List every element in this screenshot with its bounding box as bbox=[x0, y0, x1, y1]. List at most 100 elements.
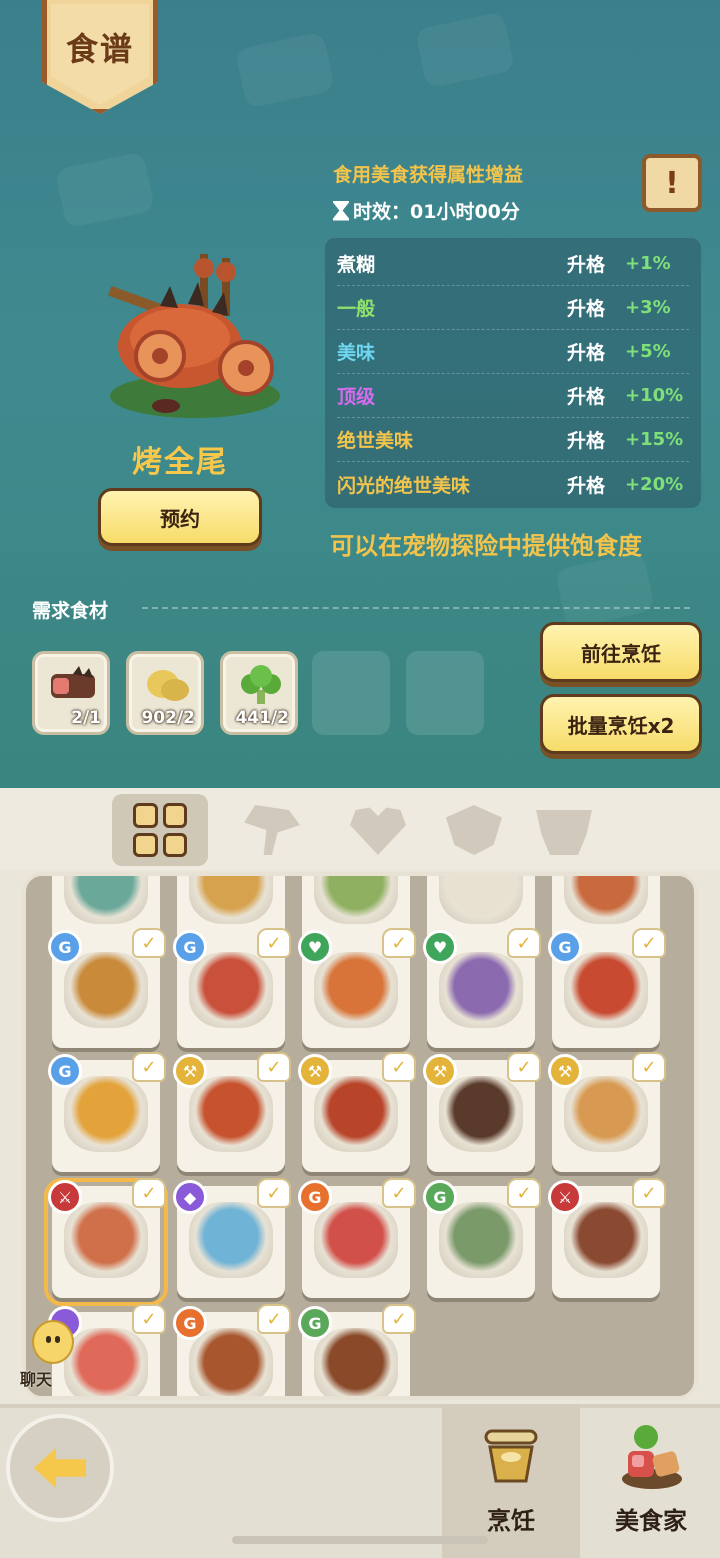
dish-image bbox=[64, 876, 148, 924]
chef-hat-check-icon: ✓ bbox=[257, 1178, 291, 1208]
quality-row: 闪光的绝世美味 升格 +20% bbox=[337, 462, 689, 506]
quality-upgrade-label: 升格 bbox=[567, 430, 606, 452]
dish-image bbox=[189, 1328, 273, 1396]
chef-hat-check-icon: ✓ bbox=[507, 1178, 541, 1208]
recipe-card[interactable]: G ✓ bbox=[298, 1304, 416, 1396]
chat-label: 聊天 bbox=[20, 1370, 53, 1389]
recipe-card[interactable]: ⚒ ✓ bbox=[298, 1052, 416, 1172]
chef-hat-check-icon: ✓ bbox=[632, 1178, 666, 1208]
tab-special[interactable] bbox=[516, 794, 612, 866]
hourglass-icon bbox=[333, 201, 349, 221]
recipe-card[interactable]: G ✓ bbox=[423, 1178, 541, 1298]
ingredient-slot-broccoli[interactable]: 441/2 bbox=[220, 651, 298, 735]
duration-text: 时效：01小时00分 bbox=[353, 201, 520, 223]
category-badge-icon: ⚒ bbox=[173, 1054, 207, 1088]
recipe-card[interactable]: ♥ ✓ bbox=[423, 928, 541, 1048]
recipe-card[interactable]: G ✓ bbox=[173, 1304, 291, 1396]
recipe-card[interactable]: ⚔ ✓ bbox=[44, 1178, 168, 1306]
category-badge-icon: G bbox=[298, 1306, 332, 1340]
dish-image bbox=[64, 1202, 148, 1278]
quality-row: 一般 升格 +3% bbox=[337, 286, 689, 330]
info-scroll-button[interactable]: ! bbox=[642, 154, 702, 212]
meat-icon bbox=[51, 666, 95, 698]
quality-row: 顶级 升格 +10% bbox=[337, 374, 689, 418]
category-badge-icon: G bbox=[298, 1180, 332, 1214]
tab-all[interactable] bbox=[112, 794, 208, 866]
bonus-title: 食用美食获得属性增益 bbox=[333, 164, 524, 186]
category-tabbar bbox=[0, 788, 720, 870]
recipe-title-banner: 食谱 bbox=[42, 0, 158, 114]
dish-image bbox=[439, 876, 523, 924]
dish-image bbox=[314, 876, 398, 924]
tab-defense[interactable] bbox=[426, 794, 522, 866]
chef-hat-check-icon: ✓ bbox=[632, 928, 666, 958]
quality-row: 煮糊 升格 +1% bbox=[337, 242, 689, 286]
quality-name: 顶级 bbox=[337, 386, 376, 408]
recipe-card[interactable]: ⚒ ✓ bbox=[423, 1052, 541, 1172]
recipe-card[interactable]: G ✓ bbox=[298, 1178, 416, 1298]
ingredient-slot-potato[interactable]: 902/2 bbox=[126, 651, 204, 735]
dish-image bbox=[189, 952, 273, 1028]
dish-image bbox=[564, 952, 648, 1028]
dish-image bbox=[564, 1076, 648, 1152]
quality-bonus: +5% bbox=[625, 341, 671, 362]
category-badge-icon: G bbox=[48, 1054, 82, 1088]
ingredient-slot-empty bbox=[312, 651, 390, 735]
batch-cook-button[interactable]: 批量烹饪x2 bbox=[540, 694, 702, 754]
back-arrow-icon bbox=[34, 1448, 86, 1488]
ingredient-slot-meat[interactable]: 2/1 bbox=[32, 651, 110, 735]
quality-bonus: +15% bbox=[625, 429, 684, 450]
shield-icon bbox=[446, 805, 502, 855]
category-badge-icon: ⚔ bbox=[548, 1180, 582, 1214]
chat-button[interactable]: 聊天 bbox=[8, 1320, 78, 1390]
quality-name: 美味 bbox=[337, 342, 376, 364]
dish-image bbox=[64, 952, 148, 1028]
dish-image bbox=[439, 1202, 523, 1278]
dish-image bbox=[314, 952, 398, 1028]
recipe-card[interactable]: G ✓ bbox=[548, 928, 666, 1048]
background-decoration bbox=[414, 11, 516, 89]
quality-name: 煮糊 bbox=[337, 254, 376, 276]
recipe-card[interactable]: G ✓ bbox=[48, 1052, 166, 1172]
back-button[interactable] bbox=[6, 1414, 114, 1522]
category-badge-icon: ♥ bbox=[423, 930, 457, 964]
quality-upgrade-label: 升格 bbox=[567, 342, 606, 364]
duration-label: 时效：01小时00分 bbox=[333, 197, 520, 224]
cooking-pot-icon bbox=[484, 1429, 538, 1483]
recipe-card[interactable]: ⚔ ✓ bbox=[548, 1178, 666, 1298]
category-badge-icon: ⚒ bbox=[423, 1054, 457, 1088]
chef-hat-check-icon: ✓ bbox=[382, 928, 416, 958]
recipe-card[interactable]: ⚒ ✓ bbox=[548, 1052, 666, 1172]
chef-hat-check-icon: ✓ bbox=[257, 1304, 291, 1334]
dish-image bbox=[439, 952, 523, 1028]
dish-image bbox=[564, 876, 648, 924]
recipe-grid-frame[interactable]: G ✓ G ✓ ♥ ✓ ♥ ✓ G ✓ G ✓ ⚒ ✓ ⚒ ✓ ⚒ ✓ ⚒ ✓ ⚔ ✓ ◆ ✓ G ✓ G ✓ ⚔ ✓ ✓ G ✓ G ✓ bbox=[22, 872, 698, 1400]
quality-upgrade-label: 升格 bbox=[567, 386, 606, 408]
required-ingredients-label: 需求食材 bbox=[32, 600, 109, 622]
tab-attack[interactable] bbox=[224, 794, 320, 866]
recipe-card[interactable]: ⚒ ✓ bbox=[173, 1052, 291, 1172]
dish-image bbox=[314, 1328, 398, 1396]
axe-icon bbox=[244, 805, 300, 855]
goto-cook-button[interactable]: 前往烹饪 bbox=[540, 622, 702, 682]
nav-tab-gourmet[interactable]: 美食家 bbox=[582, 1404, 720, 1558]
dish-image bbox=[189, 1076, 273, 1152]
category-badge-icon: G bbox=[48, 930, 82, 964]
category-badge-icon: ⚒ bbox=[298, 1054, 332, 1088]
reserve-button[interactable]: 预约 bbox=[98, 488, 262, 546]
recipe-card[interactable]: ♥ ✓ bbox=[298, 928, 416, 1048]
quality-name: 绝世美味 bbox=[337, 430, 414, 452]
quality-bonus: +20% bbox=[625, 473, 684, 495]
recipe-card[interactable]: G ✓ bbox=[173, 928, 291, 1048]
category-badge-icon: ♥ bbox=[298, 930, 332, 964]
all-grid-icon bbox=[133, 803, 187, 857]
divider bbox=[142, 607, 690, 609]
recipe-card[interactable]: G ✓ bbox=[48, 928, 166, 1048]
quality-name: 一般 bbox=[337, 298, 376, 320]
chef-hat-check-icon: ✓ bbox=[632, 1052, 666, 1082]
tab-health[interactable] bbox=[330, 794, 426, 866]
page-title: 食谱 bbox=[65, 30, 134, 68]
dish-name: 烤全尾 bbox=[132, 445, 228, 480]
nav-tab-cook[interactable]: 烹饪 bbox=[442, 1404, 580, 1558]
recipe-card[interactable]: ◆ ✓ bbox=[173, 1178, 291, 1298]
